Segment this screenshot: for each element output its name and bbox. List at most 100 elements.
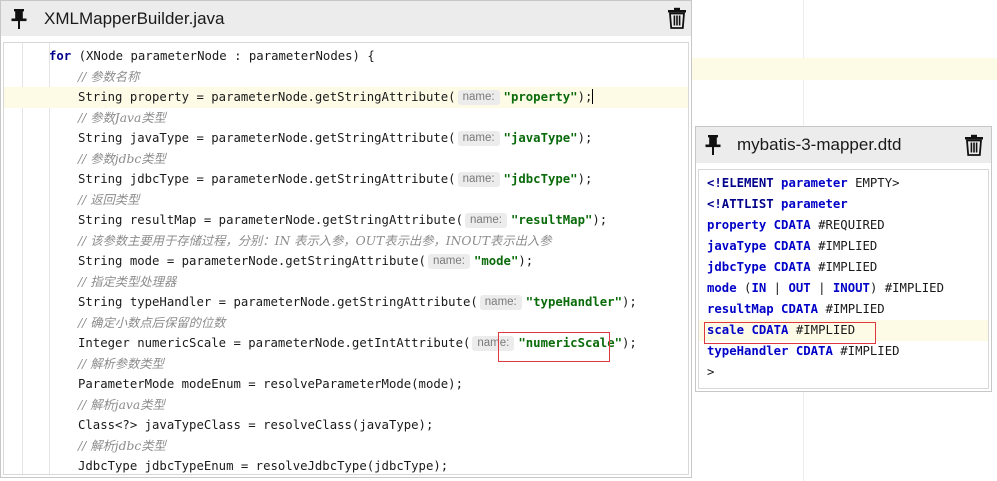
code-text: ); <box>592 213 608 227</box>
code-text: Integer numericScale = parameterNode.get… <box>78 336 471 350</box>
dtd-token: jdbcType <box>707 260 767 274</box>
code-line: ParameterMode modeEnum = resolveParamete… <box>4 374 688 395</box>
code-line: String typeHandler = parameterNode.getSt… <box>4 292 688 313</box>
code-text: ); <box>518 254 534 268</box>
dtd-line: <!ATTLIST parameter <box>707 194 988 215</box>
dtd-token: parameter <box>781 176 848 190</box>
dtd-line: scale CDATA #IMPLIED <box>699 320 988 341</box>
code-text: ParameterMode modeEnum = resolveParamete… <box>78 377 463 391</box>
dtd-token: OUT <box>788 281 811 295</box>
code-comment: // 参数名称 <box>78 69 140 84</box>
dtd-text <box>774 302 781 316</box>
right-dtd-editor[interactable]: <!ELEMENT parameter EMPTY> <!ATTLIST para… <box>698 169 989 389</box>
dtd-token: INOUT <box>832 281 870 295</box>
dtd-text: #IMPLIED <box>810 260 878 274</box>
dtd-text: #IMPLIED <box>788 323 856 337</box>
code-text: ); <box>622 295 637 309</box>
dtd-line: > <box>707 362 988 383</box>
string-literal: "typeHandler" <box>525 295 622 309</box>
code-comment: // 解析jdbc类型 <box>78 438 166 453</box>
dtd-line: jdbcType CDATA #IMPLIED <box>707 257 988 278</box>
code-line: // 返回类型 <box>4 190 688 211</box>
dtd-keyword: <!ATTLIST <box>707 197 774 211</box>
string-literal: "resultMap" <box>510 213 593 227</box>
parameter-name-hint: name: <box>472 336 515 351</box>
dtd-text: | <box>766 281 789 295</box>
dtd-line: mode (IN | OUT | INOUT) #IMPLIED <box>707 278 988 299</box>
dtd-token: scale <box>707 323 745 337</box>
code-line: for (XNode parameterNode : parameterNode… <box>4 46 688 67</box>
code-text: (XNode parameterNode : parameterNodes) { <box>71 49 375 63</box>
dtd-token: javaType <box>707 239 767 253</box>
dtd-token: parameter <box>781 197 848 211</box>
code-comment: // 参数jdbc类型 <box>78 151 166 166</box>
code-comment: // 返回类型 <box>78 192 140 207</box>
dtd-text <box>766 218 773 232</box>
code-text: ); <box>577 131 593 145</box>
dtd-token: CDATA <box>781 302 819 316</box>
string-literal: "numericScale" <box>518 336 623 350</box>
code-text: JdbcType jdbcTypeEnum = resolveJdbcType(… <box>78 459 449 473</box>
code-line: Integer numericScale = parameterNode.get… <box>4 333 688 354</box>
code-comment: // 指定类型处理器 <box>78 274 177 289</box>
dtd-token: CDATA <box>773 260 811 274</box>
parameter-name-hint: name: <box>479 295 522 310</box>
dtd-token: property <box>707 218 767 232</box>
code-line: String jdbcType = parameterNode.getStrin… <box>4 169 688 190</box>
parameter-name-hint: name: <box>427 254 470 269</box>
code-comment: // 参数Java类型 <box>78 110 166 125</box>
code-line: // 参数jdbc类型 <box>4 149 688 170</box>
dtd-token: CDATA <box>773 239 811 253</box>
code-text: Class<?> javaTypeClass = resolveClass(ja… <box>78 418 434 432</box>
text-caret <box>592 89 594 104</box>
pin-icon[interactable] <box>704 134 722 156</box>
code-line: // 参数名称 <box>4 67 688 88</box>
dtd-text: ) #IMPLIED <box>869 281 944 295</box>
string-literal: "javaType" <box>503 131 578 145</box>
trash-icon[interactable] <box>964 134 984 156</box>
dtd-text: ( <box>736 281 752 295</box>
background-current-line <box>692 58 997 80</box>
dtd-text <box>766 239 773 253</box>
left-panel-title: XMLMapperBuilder.java <box>44 9 225 28</box>
code-line: // 解析jdbc类型 <box>4 436 688 457</box>
dtd-token: IN <box>751 281 767 295</box>
code-text: String jdbcType = parameterNode.getStrin… <box>78 172 456 186</box>
dtd-text <box>774 197 781 211</box>
parameter-name-hint: name: <box>457 131 500 146</box>
code-line: Class<?> javaTypeClass = resolveClass(ja… <box>4 415 688 436</box>
code-line: // 解析java类型 <box>4 395 688 416</box>
code-text: String resultMap = parameterNode.getStri… <box>78 213 463 227</box>
dtd-line: resultMap CDATA #IMPLIED <box>707 299 988 320</box>
code-line: // 解析参数类型 <box>4 354 688 375</box>
right-panel-title: mybatis-3-mapper.dtd <box>737 135 902 154</box>
dtd-text <box>766 260 773 274</box>
dtd-line: javaType CDATA #IMPLIED <box>707 236 988 257</box>
dtd-text: #IMPLIED <box>810 239 878 253</box>
parameter-name-hint: name: <box>457 172 500 187</box>
pin-icon[interactable] <box>10 8 28 30</box>
dtd-text <box>788 344 795 358</box>
dtd-line: property CDATA #REQUIRED <box>707 215 988 236</box>
dtd-line: <!ELEMENT parameter EMPTY> <box>707 173 988 194</box>
code-line: // 确定小数点后保留的位数 <box>4 313 688 334</box>
code-text: String property = parameterNode.getStrin… <box>78 90 456 104</box>
right-panel-header: mybatis-3-mapper.dtd <box>696 127 991 163</box>
code-line: String javaType = parameterNode.getStrin… <box>4 128 688 149</box>
string-literal: "property" <box>503 90 578 104</box>
code-text: ); <box>622 336 637 350</box>
parameter-name-hint: name: <box>464 213 507 228</box>
code-comment: // 确定小数点后保留的位数 <box>78 315 226 330</box>
dtd-token: CDATA <box>795 344 833 358</box>
dtd-text: EMPTY> <box>847 176 900 190</box>
code-comment: // 该参数主要用于存储过程，分别：IN 表示入参，OUT表示出参，INOUT表… <box>78 233 552 248</box>
code-line: String mode = parameterNode.getStringAtt… <box>4 251 688 272</box>
dtd-token: typeHandler <box>707 344 789 358</box>
dtd-text: #REQUIRED <box>810 218 885 232</box>
left-code-editor[interactable]: for (XNode parameterNode : parameterNode… <box>3 42 689 475</box>
code-text: String mode = parameterNode.getStringAtt… <box>78 254 426 268</box>
trash-icon[interactable] <box>667 7 687 29</box>
code-line: // 参数Java类型 <box>4 108 688 129</box>
code-text: ); <box>577 90 593 104</box>
string-literal: "jdbcType" <box>503 172 578 186</box>
